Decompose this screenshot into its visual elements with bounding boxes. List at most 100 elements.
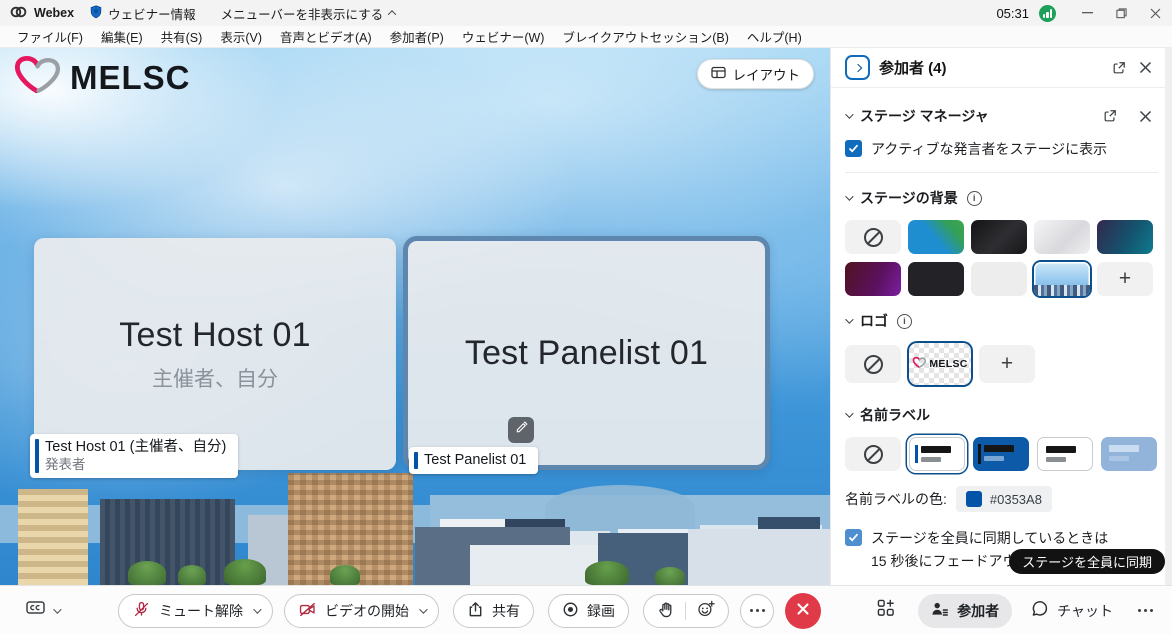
active-speaker-label: アクティブな発言者をステージに表示 <box>871 139 1107 159</box>
tile-display-name: Test Host 01 <box>119 316 310 355</box>
logo-option-add[interactable]: + <box>979 345 1035 383</box>
menu-share[interactable]: 共有(S) <box>152 26 212 48</box>
webex-logo-icon <box>10 5 27 22</box>
record-button[interactable]: 録画 <box>548 594 629 628</box>
start-video-button[interactable]: ビデオの開始 <box>284 594 439 628</box>
name-label-option-translucent[interactable] <box>1101 437 1157 471</box>
background-section-header: ステージの背景 i <box>831 186 1172 210</box>
sync-fade-row: ステージを全員に同期しているときは <box>831 528 1172 548</box>
background-option-light-gray[interactable] <box>971 262 1027 296</box>
minimize-button[interactable] <box>1070 0 1104 26</box>
background-option-dark-teal[interactable] <box>1097 220 1153 254</box>
menu-audio-video[interactable]: 音声とビデオ(A) <box>271 26 381 48</box>
none-icon <box>864 228 883 247</box>
background-option-purple[interactable] <box>845 262 901 296</box>
maximize-button[interactable] <box>1104 0 1138 26</box>
logo-option-melsc-selected[interactable]: MELSC <box>909 343 971 385</box>
close-panel-icon[interactable] <box>1132 56 1158 80</box>
leave-meeting-button[interactable] <box>785 593 821 629</box>
info-icon[interactable]: i <box>897 314 912 329</box>
mic-off-icon <box>132 600 151 622</box>
menu-webinar[interactable]: ウェビナー(W) <box>453 26 554 48</box>
hide-menu-bar-button[interactable]: メニューバーを非表示にする <box>212 0 405 26</box>
background-option-charcoal[interactable] <box>908 262 964 296</box>
stage-brand-logo: MELSC <box>12 54 191 101</box>
chevron-down-icon[interactable] <box>845 409 853 417</box>
close-window-button[interactable] <box>1138 0 1172 26</box>
more-icon <box>1138 609 1153 612</box>
sync-stage-button[interactable]: ステージを全員に同期 <box>1009 549 1165 574</box>
share-button[interactable]: 共有 <box>453 594 534 628</box>
webex-window: Webex ウェビナー情報 メニューバーを非表示にする 05:31 ファイル(F… <box>0 0 1172 634</box>
menu-view[interactable]: 表示(V) <box>211 26 271 48</box>
chevron-down-icon[interactable] <box>845 192 853 200</box>
background-option-black[interactable] <box>971 220 1027 254</box>
plus-icon: + <box>1119 267 1131 291</box>
sync-fade-checkbox[interactable] <box>845 529 862 546</box>
cc-icon <box>26 600 46 621</box>
close-stage-manager-icon[interactable] <box>1132 104 1158 128</box>
layout-icon <box>711 66 726 82</box>
name-label-color-label: 名前ラベルの色: <box>845 489 947 509</box>
participants-button[interactable]: 参加者 <box>918 594 1012 628</box>
name-label-color-picker[interactable]: #0353A8 <box>956 486 1052 512</box>
chat-button[interactable]: チャット <box>1031 600 1113 621</box>
background-options: + <box>831 210 1172 296</box>
stage-area: MELSC レイアウト Test Host 01 主催者、自分 Test Pan… <box>0 48 830 585</box>
participants-panel-header: 参加者 (4) <box>831 48 1172 88</box>
more-options-button[interactable] <box>740 594 774 628</box>
name-label-options <box>831 427 1172 471</box>
name-label-option-none[interactable] <box>845 437 901 471</box>
melsc-heart-icon <box>912 356 927 372</box>
record-icon <box>562 601 579 621</box>
connection-signal-icon <box>1039 5 1056 22</box>
name-label-option-white-plain[interactable] <box>1037 437 1093 471</box>
name-label-host: Test Host 01 (主催者、自分) 発表者 <box>30 434 238 478</box>
menu-bar: ファイル(F) 編集(E) 共有(S) 表示(V) 音声とビデオ(A) 参加者(… <box>0 26 1172 48</box>
video-tile-panelist[interactable]: Test Panelist 01 <box>403 236 770 470</box>
background-option-cityscape-selected[interactable] <box>1034 262 1090 296</box>
city-skyline <box>0 465 830 585</box>
reactions-icon[interactable] <box>697 600 715 621</box>
background-option-ocean[interactable] <box>908 220 964 254</box>
menu-participants[interactable]: 参加者(P) <box>381 26 453 48</box>
collapse-panel-button[interactable] <box>845 55 870 80</box>
control-bar: ミュート解除 ビデオの開始 共有 録画 <box>0 585 1172 634</box>
tile-display-name: Test Panelist 01 <box>465 334 708 373</box>
tile-role-subtitle: 主催者、自分 <box>152 363 278 393</box>
name-label-option-white-bar-selected[interactable] <box>909 437 965 471</box>
closed-captions-button[interactable] <box>26 600 59 621</box>
menu-file[interactable]: ファイル(F) <box>8 26 92 48</box>
popout-panel-icon[interactable] <box>1106 56 1132 80</box>
participants-title: 参加者 (4) <box>879 57 947 78</box>
color-swatch <box>966 491 982 507</box>
apps-button[interactable] <box>873 599 899 623</box>
edit-name-label-button[interactable] <box>508 417 534 443</box>
name-label-title: Test Panelist 01 <box>424 451 526 469</box>
reactions-pill <box>643 594 729 628</box>
melsc-heart-icon <box>12 54 64 101</box>
panel-scrollbar[interactable] <box>1165 48 1172 585</box>
raise-hand-icon[interactable] <box>657 601 674 621</box>
chevron-down-icon[interactable] <box>845 110 853 118</box>
chevron-down-icon[interactable] <box>845 315 853 323</box>
title-bar: Webex ウェビナー情報 メニューバーを非表示にする 05:31 <box>0 0 1172 26</box>
active-speaker-checkbox[interactable] <box>845 140 862 157</box>
layout-button[interactable]: レイアウト <box>697 59 815 89</box>
popout-stage-manager-icon[interactable] <box>1097 104 1123 128</box>
background-option-silver[interactable] <box>1034 220 1090 254</box>
more-panels-button[interactable] <box>1132 599 1158 623</box>
name-label-color-row: 名前ラベルの色: #0353A8 <box>831 486 1172 512</box>
none-icon <box>864 445 883 464</box>
menu-breakout-sessions[interactable]: ブレイクアウトセッション(B) <box>553 26 737 48</box>
unmute-button[interactable]: ミュート解除 <box>118 594 273 628</box>
menu-help[interactable]: ヘルプ(H) <box>738 26 811 48</box>
info-icon[interactable]: i <box>967 191 982 206</box>
background-option-none[interactable] <box>845 220 901 254</box>
name-label-option-blue[interactable] <box>973 437 1029 471</box>
menu-edit[interactable]: 編集(E) <box>92 26 152 48</box>
background-option-add[interactable]: + <box>1097 262 1153 296</box>
logo-title: ロゴ <box>860 311 888 331</box>
webinar-info-button[interactable]: ウェビナー情報 <box>81 0 205 26</box>
logo-option-none[interactable] <box>845 345 901 383</box>
